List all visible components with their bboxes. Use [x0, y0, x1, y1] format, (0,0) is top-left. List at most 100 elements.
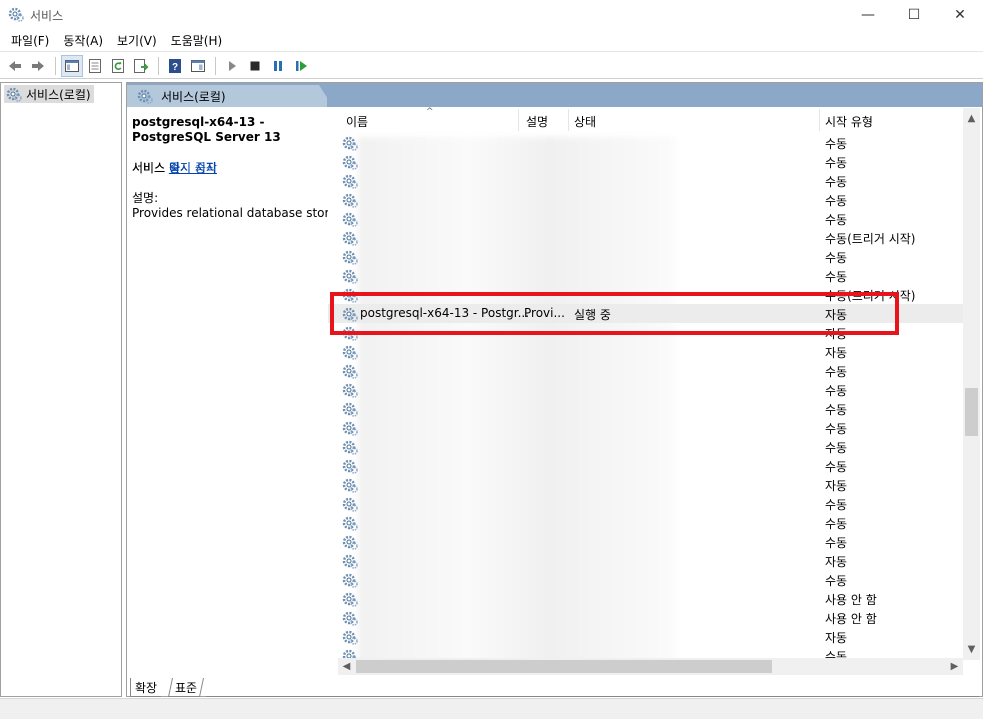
- description-label: 설명:: [132, 191, 159, 205]
- column-header-startup-type[interactable]: 시작 유형: [825, 113, 873, 130]
- scroll-down-icon[interactable]: ▼: [963, 641, 980, 658]
- service-gear-icon: [342, 154, 358, 170]
- scroll-right-icon[interactable]: ▶: [946, 658, 963, 675]
- stop-service-button[interactable]: [244, 55, 266, 77]
- service-row[interactable]: 수동: [328, 209, 964, 228]
- back-button[interactable]: [4, 55, 26, 77]
- help-icon: ?: [169, 58, 181, 73]
- close-icon: ✕: [954, 7, 966, 23]
- service-gear-icon: [342, 325, 358, 341]
- service-row[interactable]: 수동: [328, 171, 964, 190]
- vertical-scrollbar[interactable]: ▲ ▼: [963, 108, 980, 660]
- menu-help[interactable]: 도움말(H): [164, 32, 230, 49]
- service-startup-type: 수동: [825, 574, 848, 588]
- service-row[interactable]: 수동: [328, 133, 964, 152]
- service-row[interactable]: 수동: [328, 190, 964, 209]
- scroll-left-icon[interactable]: ◀: [338, 658, 355, 675]
- service-gear-icon: [342, 382, 358, 398]
- service-row[interactable]: 수동: [328, 532, 964, 551]
- start-service-button[interactable]: [221, 55, 243, 77]
- horizontal-scrollbar[interactable]: ◀ ▶: [338, 658, 963, 675]
- action-pane-icon: [191, 59, 205, 72]
- service-row[interactable]: 수동: [328, 361, 964, 380]
- service-row[interactable]: 자동: [328, 342, 964, 361]
- export-list-button[interactable]: [130, 55, 152, 77]
- service-startup-type: 수동(트리거 시작): [825, 289, 916, 303]
- service-gear-icon: [342, 629, 358, 645]
- toolbar-separator: [215, 56, 216, 75]
- tab-standard[interactable]: 표준: [167, 678, 205, 697]
- list-header: ^ 이름 설명 상태 시작 유형: [328, 107, 964, 131]
- service-row-selected[interactable]: postgresql-x64-13 - Postgr... Provi... 실행 …: [328, 304, 964, 323]
- service-gear-icon: [342, 496, 358, 512]
- help-button[interactable]: ?: [164, 55, 186, 77]
- service-startup-type: 자동: [825, 327, 848, 341]
- tab-extended[interactable]: 확장: [130, 678, 162, 697]
- service-row[interactable]: 수동: [328, 380, 964, 399]
- service-row[interactable]: 수동: [328, 456, 964, 475]
- vertical-scroll-thumb[interactable]: [965, 388, 978, 436]
- service-row[interactable]: 수동: [328, 266, 964, 285]
- sort-ascending-icon: ^: [426, 107, 434, 117]
- service-startup-type: 수동: [825, 498, 848, 512]
- service-row[interactable]: 수동: [328, 494, 964, 513]
- service-gear-icon: [342, 192, 358, 208]
- service-startup-type: 자동: [825, 479, 848, 493]
- service-row[interactable]: 수동: [328, 513, 964, 532]
- pane-header-title: 서비스(로컬): [161, 89, 226, 104]
- service-row[interactable]: 수동(트리거 시작): [328, 285, 964, 304]
- show-hide-tree-button[interactable]: [61, 54, 83, 77]
- service-startup-type: 수동(트리거 시작): [825, 232, 916, 246]
- service-detail-panel: postgresql-x64-13 - PostgreSQL Server 13…: [132, 115, 356, 220]
- resume-service-button[interactable]: [290, 55, 312, 77]
- action-pane-button[interactable]: [187, 55, 209, 77]
- service-startup-type: 수동: [825, 194, 848, 208]
- column-header-status[interactable]: 상태: [574, 113, 596, 130]
- menu-view[interactable]: 보기(V): [110, 32, 164, 49]
- restart-service-link[interactable]: 다시 시작: [169, 161, 217, 175]
- service-row[interactable]: 사용 안 함: [328, 608, 964, 627]
- service-row[interactable]: 수동: [328, 418, 964, 437]
- service-row[interactable]: 사용 안 함: [328, 589, 964, 608]
- console-tree: 서비스(로컬): [0, 82, 122, 697]
- service-startup-type: 수동: [825, 270, 848, 284]
- service-row[interactable]: 자동: [328, 323, 964, 342]
- maximize-button[interactable]: ☐: [891, 0, 937, 30]
- column-divider[interactable]: [819, 109, 820, 131]
- service-row[interactable]: 수동: [328, 399, 964, 418]
- service-startup-type: 수동: [825, 384, 848, 398]
- service-row[interactable]: 자동: [328, 627, 964, 646]
- column-divider[interactable]: [518, 109, 519, 131]
- pane-header: 서비스(로컬): [127, 83, 982, 107]
- column-header-description[interactable]: 설명: [526, 113, 548, 130]
- service-gear-icon: [342, 420, 358, 436]
- minimize-icon: —: [861, 7, 875, 23]
- svg-text:?: ?: [172, 62, 178, 73]
- service-row[interactable]: 수동: [328, 437, 964, 456]
- pause-service-button[interactable]: [267, 55, 289, 77]
- service-row[interactable]: 수동: [328, 152, 964, 171]
- column-divider[interactable]: [568, 109, 569, 131]
- minimize-button[interactable]: —: [845, 0, 891, 30]
- service-row[interactable]: 자동: [328, 475, 964, 494]
- service-row[interactable]: 자동: [328, 551, 964, 570]
- service-startup-type: 수동: [825, 137, 848, 151]
- service-startup-type: 자동: [825, 631, 848, 645]
- service-gear-icon: [342, 572, 358, 588]
- menu-action[interactable]: 동작(A): [56, 32, 110, 49]
- service-row[interactable]: 수동: [328, 247, 964, 266]
- close-button[interactable]: ✕: [937, 0, 983, 30]
- service-row[interactable]: 수동: [328, 570, 964, 589]
- start-service-icon: [229, 60, 236, 71]
- properties-button[interactable]: [84, 55, 106, 77]
- column-header-name[interactable]: 이름: [346, 113, 368, 130]
- service-gear-icon: [342, 363, 358, 379]
- refresh-button[interactable]: [107, 55, 129, 77]
- tree-item-services-local[interactable]: 서비스(로컬): [4, 85, 94, 103]
- menu-file[interactable]: 파일(F): [4, 32, 56, 49]
- horizontal-scroll-thumb[interactable]: [356, 660, 772, 673]
- scroll-up-icon[interactable]: ▲: [963, 110, 980, 127]
- service-row[interactable]: 수동(트리거 시작): [328, 228, 964, 247]
- status-bar: [0, 698, 983, 719]
- forward-button[interactable]: [27, 55, 49, 77]
